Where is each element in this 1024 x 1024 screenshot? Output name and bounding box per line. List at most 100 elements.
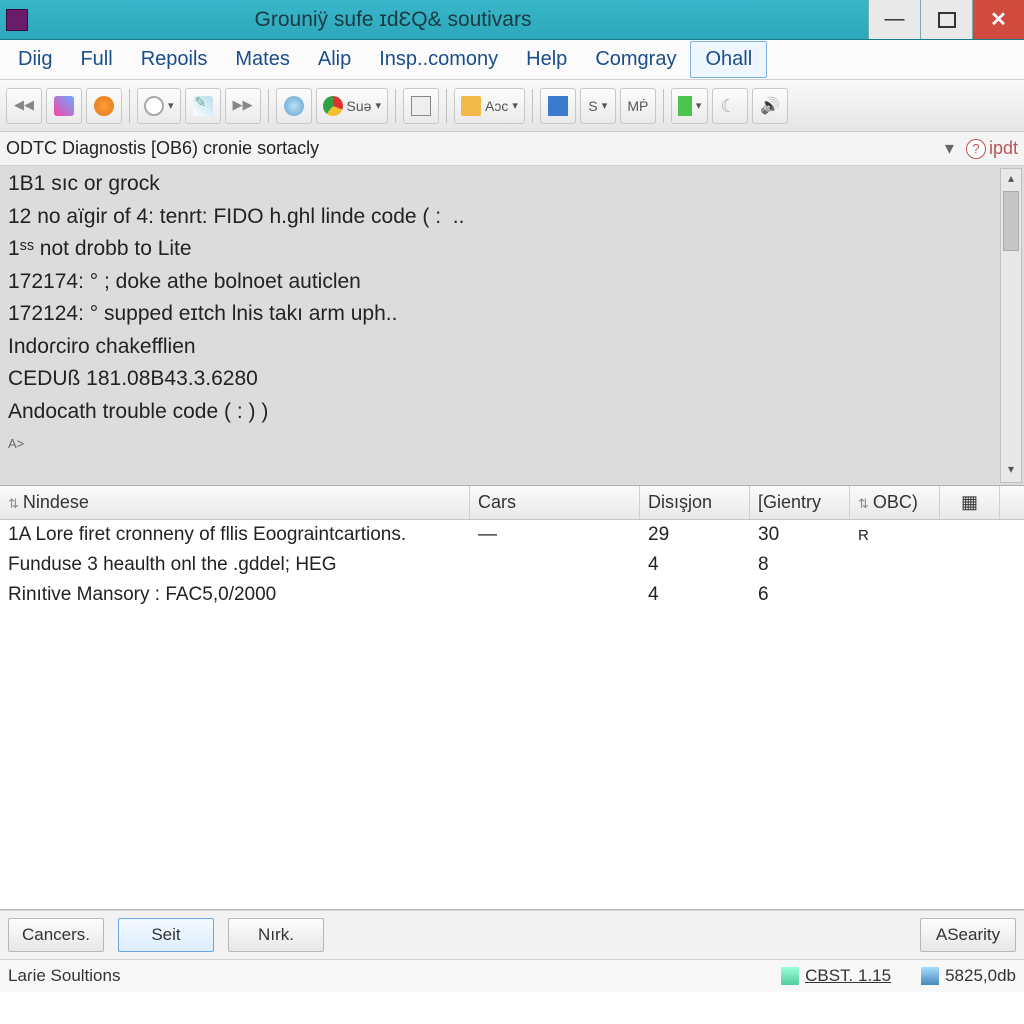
s-dropdown[interactable]: S: [580, 88, 616, 124]
disk-button[interactable]: [403, 88, 439, 124]
set-button[interactable]: Seit: [118, 918, 214, 952]
scroll-up-icon[interactable]: ▴: [1001, 169, 1021, 191]
cell-cars: —: [470, 524, 640, 546]
s-dropdown-label: S: [588, 98, 597, 114]
blue-square-icon: [548, 96, 568, 116]
wand-button[interactable]: [185, 88, 221, 124]
speaker-button[interactable]: [752, 88, 788, 124]
nav-back-button[interactable]: [6, 88, 42, 124]
output-line: Andocath trouble code ( : ) ): [8, 396, 1016, 429]
nrk-button[interactable]: Nırk.: [228, 918, 324, 952]
output-line: 1B1 sıc or grock: [8, 168, 1016, 201]
status-left: Laɾie Soultions: [8, 966, 751, 986]
tool-icon: [54, 96, 74, 116]
chart-dropdown-label: Suə: [347, 98, 372, 114]
mp-button[interactable]: MṖ: [620, 88, 656, 124]
menu-comgray[interactable]: Comgray: [581, 42, 690, 77]
cell-gie: 30: [750, 524, 850, 546]
folder-dropdown[interactable]: Aɔc: [454, 88, 525, 124]
cell-dis: 4: [640, 554, 750, 576]
menu-alip[interactable]: Alip: [304, 42, 365, 77]
column-label: Nindese: [23, 492, 89, 513]
minimize-button[interactable]: —: [868, 0, 920, 39]
help-link[interactable]: ipdt: [966, 138, 1018, 159]
output-line: 172124: ° supped eɪtch lnis takı arm uph…: [8, 298, 1016, 331]
scroll-down-icon[interactable]: ▾: [1001, 460, 1021, 482]
close-button[interactable]: ✕: [972, 0, 1024, 39]
column-gientry[interactable]: [Gientry: [750, 486, 850, 519]
column-label: Disışjon: [648, 492, 712, 513]
path-text: ODTC Diagnostis [OB6) cronie sortacly: [6, 138, 945, 159]
column-settings[interactable]: ▦: [940, 486, 1000, 519]
button-label: Cancers.: [22, 925, 90, 945]
button-bar: Cancers. Seit Nırk. ASearity: [0, 910, 1024, 960]
chart-dropdown[interactable]: Suə: [316, 88, 388, 124]
nav-fwd-button[interactable]: [225, 88, 261, 124]
menu-full[interactable]: Full: [66, 42, 126, 77]
column-label: OBC): [873, 492, 918, 513]
sort-icon: [858, 492, 873, 513]
column-obc[interactable]: OBC): [850, 486, 940, 519]
toolbar: Suə Aɔc S MṖ: [0, 80, 1024, 132]
status-chip-cbst: CBST. 1.15: [781, 966, 891, 986]
target-icon: [144, 96, 164, 116]
globe-icon: [284, 96, 304, 116]
separator: [663, 89, 664, 123]
speaker-icon: [760, 96, 780, 116]
mp-button-label: MṖ: [627, 98, 648, 114]
menu-mates[interactable]: Mates: [221, 42, 303, 77]
folder-dropdown-label: Aɔc: [485, 98, 508, 114]
window-controls: — ✕: [868, 0, 1024, 39]
column-cars[interactable]: Cars: [470, 486, 640, 519]
asearty-button[interactable]: ASearity: [920, 918, 1016, 952]
table-row[interactable]: 1A Lore firet cronneny of fllis Eoograin…: [0, 520, 1024, 550]
green-dropdown[interactable]: [671, 88, 709, 124]
separator: [446, 89, 447, 123]
table-row[interactable]: Rinıtive Mansory : FAC5,0/2000 4 6: [0, 580, 1024, 610]
column-label: [Gientry: [758, 492, 821, 513]
output-scrollbar[interactable]: ▴ ▾: [1000, 168, 1022, 483]
output-line: 172174: ° ; doke athe bolnoet auticlen: [8, 266, 1016, 299]
cell-gie: 8: [750, 554, 850, 576]
button-label: ASearity: [936, 925, 1000, 945]
cell-nindese: Rinıtive Mansory : FAC5,0/2000: [0, 584, 470, 606]
output-line: 12 no aïgir of 4: tenrt: FIDO h.ghl lind…: [8, 201, 1016, 234]
menu-inspcomony[interactable]: Insp..comony: [365, 42, 512, 77]
sort-icon: [8, 492, 23, 513]
status-chip-label: CBST. 1.15: [805, 966, 891, 986]
cell-dis: 4: [640, 584, 750, 606]
path-dropdown[interactable]: [945, 138, 954, 159]
cell-nindese: 1A Lore firet cronneny of fllis Eoograin…: [0, 524, 470, 546]
target-dropdown[interactable]: [137, 88, 181, 124]
table-row[interactable]: Funduse 3 heaulth onl the .gddel; HEG 4 …: [0, 550, 1024, 580]
tool-button-gear[interactable]: [86, 88, 122, 124]
folder-icon: [461, 96, 481, 116]
moon-button[interactable]: [712, 88, 748, 124]
separator: [395, 89, 396, 123]
app-icon: [6, 9, 28, 31]
column-nindese[interactable]: Nindese: [0, 486, 470, 519]
globe-button[interactable]: [276, 88, 312, 124]
blue-button[interactable]: [540, 88, 576, 124]
table-body: 1A Lore firet cronneny of fllis Eoograin…: [0, 520, 1024, 910]
column-disijon[interactable]: Disışjon: [640, 486, 750, 519]
back-icon: [14, 96, 34, 116]
cell-nindese: Funduse 3 heaulth onl the .gddel; HEG: [0, 554, 470, 576]
cancel-button[interactable]: Cancers.: [8, 918, 104, 952]
moon-icon: [720, 96, 740, 116]
tool-button-1[interactable]: [46, 88, 82, 124]
button-label: Seit: [151, 925, 180, 945]
menu-ohall[interactable]: Ohall: [690, 41, 767, 78]
settings-icon: ▦: [961, 492, 978, 513]
menu-diig[interactable]: Diig: [4, 42, 66, 77]
forward-icon: [233, 96, 253, 116]
cell-obc: R: [850, 527, 940, 544]
status-bar: Laɾie Soultions CBST. 1.15 5825,0db: [0, 960, 1024, 992]
chip-icon: [781, 967, 799, 985]
menu-repoils[interactable]: Repoils: [127, 42, 222, 77]
chip-icon: [921, 967, 939, 985]
scroll-thumb[interactable]: [1003, 191, 1019, 251]
title-bar: Grouniÿ sufe ɪdƐQ& soutivars — ✕: [0, 0, 1024, 40]
maximize-button[interactable]: [920, 0, 972, 39]
menu-help[interactable]: Help: [512, 42, 581, 77]
